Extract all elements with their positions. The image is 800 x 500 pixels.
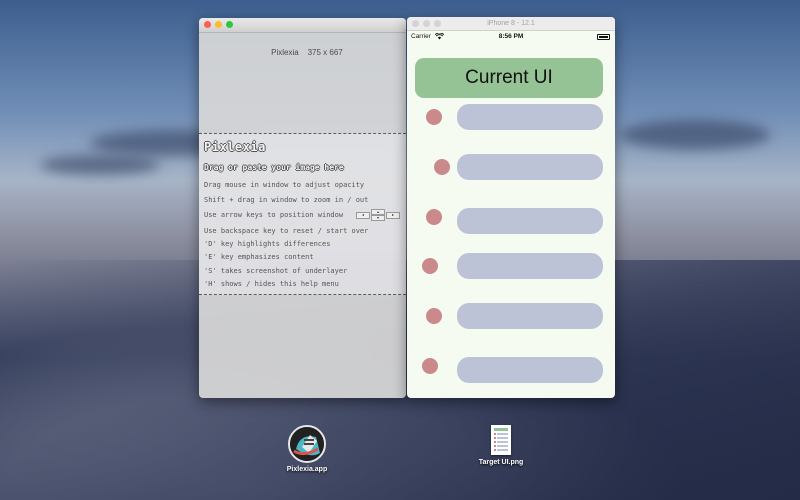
desktop-icon-label: Target UI.png	[478, 459, 524, 466]
png-file-icon	[491, 425, 511, 455]
minimize-button[interactable]	[423, 20, 430, 27]
row-bar[interactable]	[457, 154, 603, 180]
desktop-icon-label: Pixlexia.app	[286, 466, 328, 473]
arrow-keys-icon: ◂ ▴ ▾ ▸	[356, 209, 402, 221]
minimize-button[interactable]	[215, 21, 222, 28]
status-bar: Carrier 8:56 PM	[407, 31, 615, 43]
row-dot	[422, 258, 438, 274]
row-bar[interactable]	[457, 208, 603, 234]
window-controls	[204, 21, 233, 28]
zoom-button[interactable]	[226, 21, 233, 28]
current-ui-header: Current UI	[415, 58, 603, 98]
row-dot	[426, 209, 442, 225]
status-time: 8:56 PM	[498, 33, 524, 40]
help-line: 'S' takes screenshot of underlayer	[204, 267, 348, 275]
arrow-right-icon: ▸	[386, 212, 400, 219]
row-bar[interactable]	[457, 253, 603, 279]
help-line: Shift + drag in window to zoom in / out	[204, 196, 369, 204]
desktop-icon-target-ui[interactable]: Target UI.png	[472, 425, 530, 466]
row-dot	[422, 358, 438, 374]
row-bar[interactable]	[457, 104, 603, 130]
cloud	[40, 155, 160, 175]
window-controls	[412, 20, 441, 27]
help-line: Use backspace key to reset / start over	[204, 227, 369, 235]
pixlexia-app-icon	[288, 425, 326, 463]
row-dot	[426, 308, 442, 324]
help-title: Pixlexia	[204, 140, 266, 154]
close-button[interactable]	[204, 21, 211, 28]
help-line: 'D' key highlights differences	[204, 240, 331, 248]
pixlexia-title: Pixlexia 375 x 667	[271, 48, 343, 57]
row-bar[interactable]	[457, 303, 603, 329]
cloud	[620, 120, 770, 150]
pixlexia-titlebar[interactable]: Pixlexia 375 x 667	[199, 18, 406, 57]
simulator-window[interactable]: iPhone 8 - 12.1 Carrier 8:56 PM Current …	[407, 17, 615, 398]
simulator-title: iPhone 8 - 12.1	[487, 20, 535, 27]
help-line: Drag mouse in window to adjust opacity	[204, 181, 365, 189]
zoom-button[interactable]	[434, 20, 441, 27]
help-line: 'E' key emphasizes content	[204, 253, 314, 261]
help-panel[interactable]: Pixlexia Drag or paste your image here D…	[199, 133, 406, 295]
simulator-titlebar[interactable]: iPhone 8 - 12.1	[407, 17, 615, 31]
help-line: 'H' shows / hides this help menu	[204, 280, 339, 288]
battery-icon	[597, 34, 610, 40]
pixlexia-window[interactable]: Pixlexia 375 x 667 Pixlexia Drag or past…	[199, 18, 406, 398]
arrow-down-icon: ▾	[371, 215, 385, 221]
help-line: Use arrow keys to position window	[204, 211, 344, 219]
row-bar[interactable]	[457, 357, 603, 383]
close-button[interactable]	[412, 20, 419, 27]
arrow-left-icon: ◂	[356, 212, 370, 219]
help-subtitle: Drag or paste your image here	[204, 163, 344, 172]
row-dot	[426, 109, 442, 125]
row-dot	[434, 159, 450, 175]
desktop-icon-pixlexia[interactable]: Pixlexia.app	[278, 425, 336, 473]
